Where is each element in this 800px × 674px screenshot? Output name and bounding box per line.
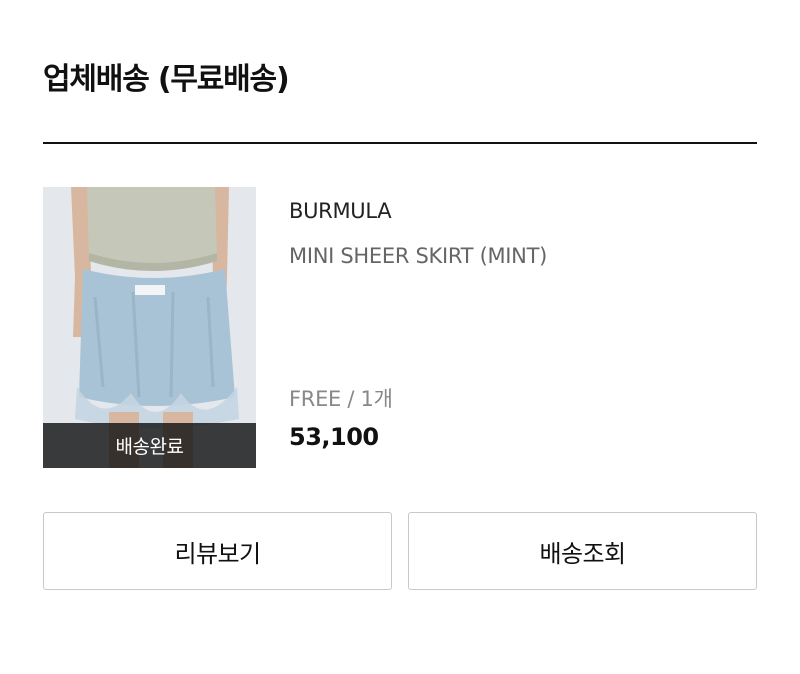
product-thumbnail[interactable]: 배송완료 [43,187,256,468]
product-name[interactable]: MINI SHEER SKIRT (MINT) [289,244,547,268]
product-option: FREE / 1개 [289,387,393,411]
product-price: 53,100 [289,423,379,451]
section-divider [43,142,757,144]
product-brand[interactable]: BURMULA [289,199,392,223]
view-review-button[interactable]: 리뷰보기 [43,512,392,590]
shipping-title: 업체배송 (무료배송) [43,62,290,97]
delivery-status-badge: 배송완료 [43,423,256,468]
track-delivery-button[interactable]: 배송조회 [408,512,757,590]
